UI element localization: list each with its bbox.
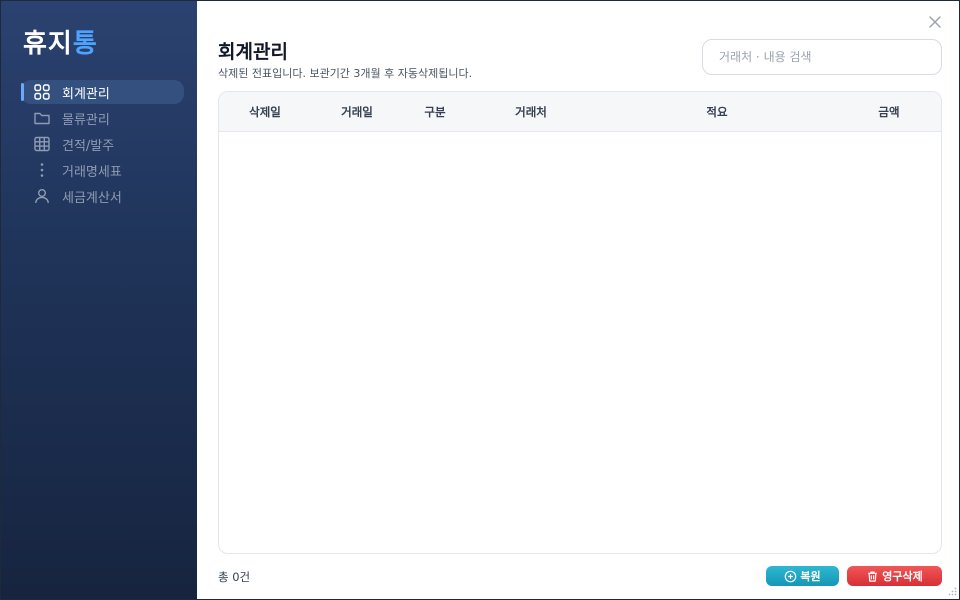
sidebar-item-tax-invoice[interactable]: 세금계산서: [21, 184, 184, 208]
sidebar-item-accounting[interactable]: 회계관리: [21, 80, 184, 104]
page-title: 회계관리: [218, 41, 288, 63]
permanent-delete-button[interactable]: 영구삭제: [847, 566, 942, 586]
sidebar-item-logistics[interactable]: 물류관리: [21, 106, 184, 130]
trash-window: 휴지통 회계관리 물류관리 견적/발주 거래명세표 세금계산서 회계관리 삭제된…: [0, 0, 960, 600]
deleted-entries-table: 삭제일 거래일 구분 거래처 적요 금액: [218, 91, 942, 554]
column-header-amount[interactable]: 금액: [855, 92, 923, 132]
main-panel: 회계관리 삭제된 전표입니다. 보관기간 3개월 후 자동삭제됩니다. 삭제일 …: [198, 1, 959, 599]
sidebar-item-label: 견적/발주: [62, 138, 115, 154]
restore-button[interactable]: 복원: [766, 566, 839, 586]
permanent-delete-label: 영구삭제: [882, 570, 923, 583]
close-button[interactable]: [926, 13, 944, 31]
restore-label: 복원: [800, 570, 821, 583]
sidebar-item-label: 세금계산서: [62, 190, 122, 206]
sidebar: 휴지통 회계관리 물류관리 견적/발주 거래명세표 세금계산서: [1, 1, 197, 599]
total-count: 총 0건: [218, 570, 251, 584]
sidebar-nav: 회계관리 물류관리 견적/발주 거래명세표 세금계산서: [21, 80, 184, 210]
user-icon: [33, 187, 51, 205]
more-vertical-icon: [33, 161, 51, 179]
column-header-client[interactable]: 거래처: [495, 92, 567, 132]
sidebar-item-statement[interactable]: 거래명세표: [21, 158, 184, 182]
column-header-transaction-date[interactable]: 거래일: [321, 92, 393, 132]
sidebar-item-label: 물류관리: [62, 112, 110, 128]
search-input[interactable]: [702, 39, 942, 75]
plus-circle-icon: [785, 570, 797, 582]
logo-text-main: 휴지: [23, 29, 73, 59]
trash-icon: [868, 570, 878, 582]
folder-icon: [33, 109, 51, 127]
page-description: 삭제된 전표입니다. 보관기간 3개월 후 자동삭제됩니다.: [218, 67, 473, 80]
table-header: 삭제일 거래일 구분 거래처 적요 금액: [219, 92, 941, 132]
column-header-summary[interactable]: 적요: [669, 92, 765, 132]
sidebar-item-label: 거래명세표: [62, 164, 122, 180]
table-icon: [33, 135, 51, 153]
close-icon: [929, 16, 941, 28]
column-header-deleted-date[interactable]: 삭제일: [229, 92, 301, 132]
column-header-category[interactable]: 구분: [405, 92, 465, 132]
grid-icon: [33, 83, 51, 101]
sidebar-item-quote-order[interactable]: 견적/발주: [21, 132, 184, 156]
logo-text-accent: 통: [72, 29, 98, 59]
sidebar-item-label: 회계관리: [62, 86, 110, 102]
resize-grip-icon[interactable]: [948, 587, 957, 596]
app-logo: 휴지통: [23, 23, 98, 60]
